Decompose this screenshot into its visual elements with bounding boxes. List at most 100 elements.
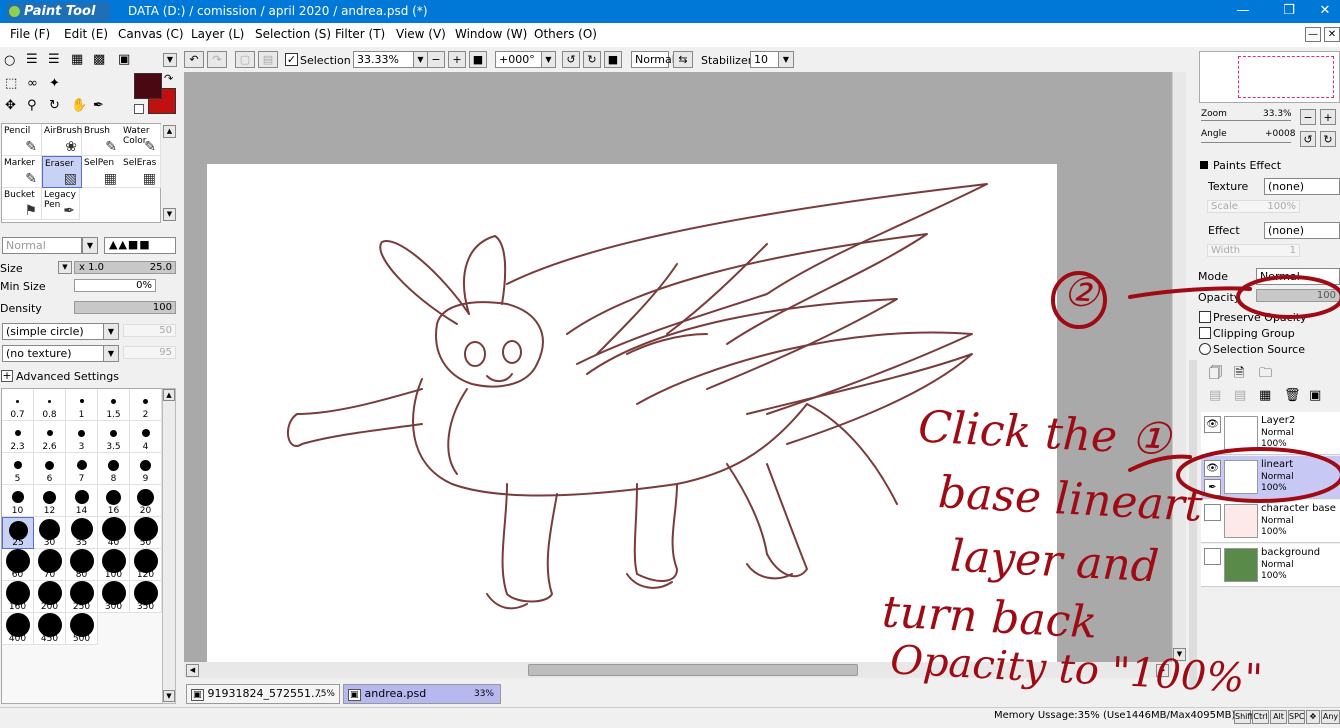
- list-view-icon[interactable]: ☰: [48, 52, 60, 67]
- brush-size-cell[interactable]: 5: [2, 453, 34, 485]
- nav-zoom-in-icon[interactable]: +: [1320, 109, 1336, 125]
- menu-view[interactable]: View (V): [396, 27, 446, 41]
- menu-selection[interactable]: Selection (S): [255, 27, 331, 41]
- eye-icon[interactable]: [1204, 504, 1221, 521]
- dropdown-icon[interactable]: ▼: [163, 53, 177, 67]
- magic-wand-icon[interactable]: ✦: [49, 76, 60, 91]
- brush-size-cell[interactable]: 0.8: [34, 389, 66, 421]
- eyedropper-icon[interactable]: ✒: [93, 98, 104, 113]
- brush-edge-selector[interactable]: ▲▲■■: [104, 237, 176, 254]
- brush-size-cell[interactable]: 12: [34, 485, 66, 517]
- menu-filter[interactable]: Filter (T): [335, 27, 385, 41]
- size-slider[interactable]: x 1.0 25.0: [74, 261, 176, 274]
- brush-texture-strength[interactable]: 95: [123, 346, 176, 359]
- collapse-icon[interactable]: [1200, 161, 1208, 169]
- list-view-icon[interactable]: ☰: [26, 52, 38, 67]
- brush-shape-dropdown-icon[interactable]: ▼: [103, 323, 119, 340]
- zoom-out-icon[interactable]: −: [427, 51, 445, 68]
- zoom-reset-icon[interactable]: ■: [469, 51, 487, 68]
- move-icon[interactable]: ✥: [5, 98, 16, 113]
- scale-slider[interactable]: Scale 100%: [1207, 200, 1300, 213]
- brush-size-cell[interactable]: 4: [130, 421, 162, 453]
- brush-size-cell[interactable]: 8: [98, 453, 130, 485]
- brush-size-cell[interactable]: 300: [98, 581, 130, 613]
- brush-size-cell[interactable]: 400: [2, 613, 34, 645]
- zoom-in-icon[interactable]: +: [448, 51, 466, 68]
- invert-selection-icon[interactable]: ▤: [258, 51, 278, 68]
- stabilizer-dropdown-icon[interactable]: ▼: [778, 51, 794, 68]
- navigator-viewport[interactable]: [1238, 56, 1334, 98]
- mdi-close-icon[interactable]: ✕: [1324, 27, 1340, 42]
- tool-brush[interactable]: Brush ✎: [82, 124, 122, 156]
- width-slider[interactable]: Width 1: [1207, 244, 1300, 257]
- min-size-slider[interactable]: 0%: [74, 279, 156, 292]
- eye-icon[interactable]: [1204, 548, 1221, 565]
- menu-canvas[interactable]: Canvas (C): [118, 27, 184, 41]
- brush-preset-icon[interactable]: ▣: [118, 52, 130, 67]
- rotate-right-icon[interactable]: ↻: [583, 51, 601, 68]
- brush-size-cell[interactable]: 25: [2, 517, 34, 549]
- brush-grid-scroll-down-icon[interactable]: ▼: [163, 690, 175, 702]
- brush-size-cell[interactable]: 1.5: [98, 389, 130, 421]
- tool-watercolor[interactable]: Water Color ✎: [121, 124, 161, 156]
- zoom-slider[interactable]: [1201, 120, 1291, 121]
- navigator-preview[interactable]: [1199, 51, 1340, 103]
- rotation-field[interactable]: +000°: [495, 51, 543, 68]
- brush-size-cell[interactable]: 100: [98, 549, 130, 581]
- tools-scroll-down-icon[interactable]: ▼: [163, 208, 176, 221]
- layer-item[interactable]: background Normal 100%: [1201, 544, 1340, 587]
- brush-texture-dropdown-icon[interactable]: ▼: [103, 345, 119, 362]
- brush-grid-scrollbar[interactable]: [162, 388, 176, 704]
- brush-size-cell[interactable]: 500: [66, 613, 98, 645]
- hand-icon[interactable]: ✋: [71, 98, 87, 113]
- brush-size-cell[interactable]: 200: [34, 581, 66, 613]
- brush-size-cell[interactable]: 7: [66, 453, 98, 485]
- tool-seleras[interactable]: SelEras ▦: [121, 156, 161, 188]
- lasso-icon[interactable]: ∞: [27, 76, 38, 91]
- flip-icon[interactable]: ⇆: [673, 51, 693, 68]
- tool-legacy-pen[interactable]: Legacy Pen ✒: [42, 188, 80, 220]
- brush-mode-select[interactable]: Normal: [2, 237, 82, 254]
- rotate-icon[interactable]: ↻: [49, 98, 60, 113]
- grid-view-icon[interactable]: ▩: [93, 52, 105, 67]
- brush-size-cell[interactable]: 16: [98, 485, 130, 517]
- menu-layer[interactable]: Layer (L): [191, 27, 244, 41]
- swap-colors-icon[interactable]: ↷: [164, 72, 173, 85]
- brush-size-cell[interactable]: 1: [66, 389, 98, 421]
- tool-marker[interactable]: Marker ✎: [2, 156, 42, 188]
- nav-rotate-left-icon[interactable]: ↺: [1300, 131, 1316, 147]
- tool-airbrush[interactable]: AirBrush ❀: [42, 124, 82, 156]
- brush-size-cell[interactable]: 9: [130, 453, 162, 485]
- primary-color-swatch[interactable]: [134, 73, 162, 99]
- mdi-minimize-icon[interactable]: —: [1305, 27, 1321, 42]
- tool-pencil[interactable]: Pencil ✎: [2, 124, 42, 156]
- hscroll-thumb[interactable]: [528, 664, 858, 676]
- brush-shape-select[interactable]: (simple circle): [2, 323, 104, 340]
- brush-size-cell[interactable]: 35: [66, 517, 98, 549]
- brush-size-cell[interactable]: 0.7: [2, 389, 34, 421]
- layer-item[interactable]: character base Normal 100%: [1201, 500, 1340, 543]
- minimize-icon[interactable]: —: [1228, 2, 1258, 20]
- brush-size-cell[interactable]: 10: [2, 485, 34, 517]
- nav-rotate-right-icon[interactable]: ↻: [1320, 131, 1336, 147]
- brush-size-cell[interactable]: 2.6: [34, 421, 66, 453]
- menu-others[interactable]: Others (O): [534, 27, 597, 41]
- rotation-reset-icon[interactable]: ■: [604, 51, 622, 68]
- brush-size-cell[interactable]: 20: [130, 485, 162, 517]
- brush-size-cell[interactable]: 80: [66, 549, 98, 581]
- brush-size-cell[interactable]: 250: [66, 581, 98, 613]
- zoom-dropdown-icon[interactable]: ▼: [413, 51, 428, 68]
- rotate-left-icon[interactable]: ↺: [562, 51, 580, 68]
- brush-size-cell[interactable]: 60: [2, 549, 34, 581]
- maximize-icon[interactable]: ❐: [1274, 2, 1304, 20]
- tool-bucket[interactable]: Bucket ⚑: [2, 188, 42, 220]
- menu-edit[interactable]: Edit (E): [64, 27, 108, 41]
- grid-view-icon[interactable]: ▦: [71, 52, 83, 67]
- menu-file[interactable]: File (F): [10, 27, 50, 41]
- circle-icon[interactable]: ○: [4, 53, 15, 68]
- menu-window[interactable]: Window (W): [455, 27, 527, 41]
- expand-plus-icon[interactable]: +: [1, 370, 13, 382]
- brush-size-cell[interactable]: 6: [34, 453, 66, 485]
- brush-size-cell[interactable]: 2: [130, 389, 162, 421]
- texture-select[interactable]: (none): [1264, 178, 1340, 195]
